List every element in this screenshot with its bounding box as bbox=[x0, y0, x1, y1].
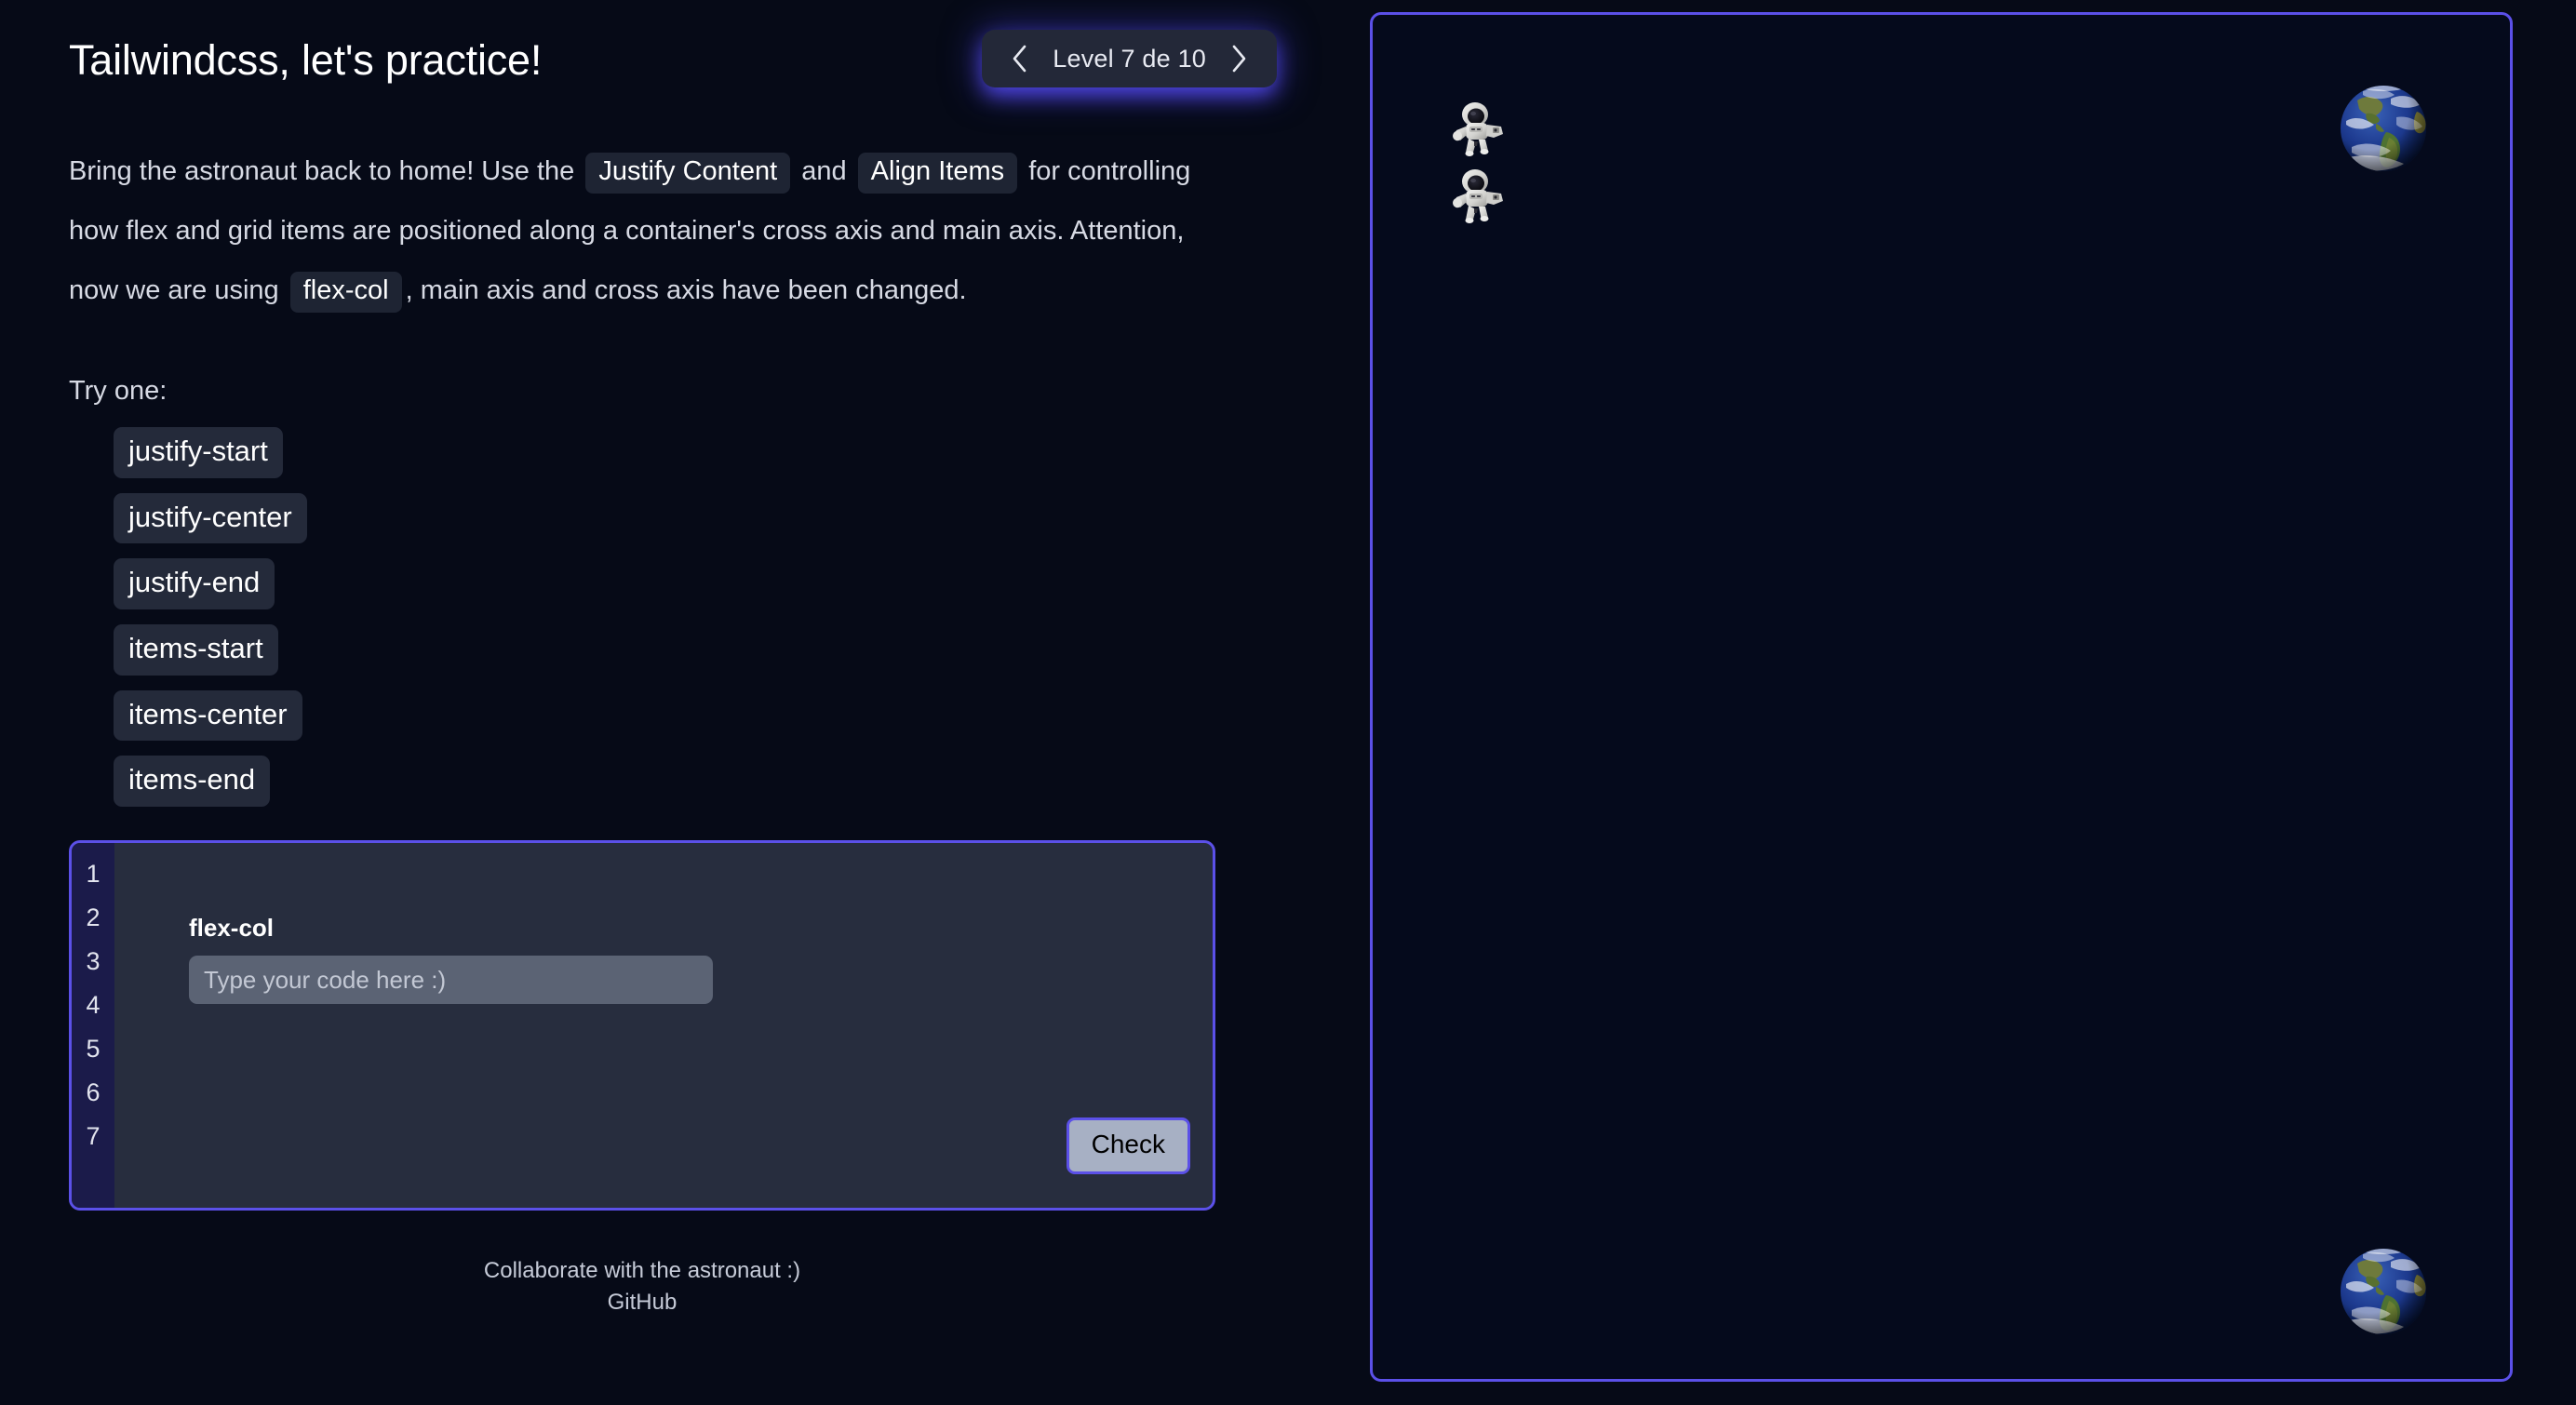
list-item: justify-start bbox=[114, 427, 1312, 478]
astronaut-icon bbox=[1449, 100, 1512, 156]
header: Tailwindcss, let's practice! Level 7 de … bbox=[69, 28, 1312, 117]
instructions-part-1: Bring the astronaut back to home! Use th… bbox=[69, 156, 575, 186]
chip-justify-content: Justify Content bbox=[585, 153, 791, 194]
option-items-end[interactable]: items-end bbox=[114, 756, 271, 807]
earth-icon bbox=[2335, 1243, 2432, 1340]
list-item: items-end bbox=[114, 756, 1312, 807]
line-number-gutter: 1 2 3 4 5 6 7 bbox=[72, 842, 114, 1208]
chevron-right-icon[interactable] bbox=[1225, 43, 1253, 74]
level-navigation[interactable]: Level 7 de 10 bbox=[982, 30, 1277, 87]
option-justify-start[interactable]: justify-start bbox=[114, 427, 283, 478]
list-item: items-start bbox=[114, 623, 1312, 676]
line-number: 2 bbox=[86, 903, 101, 931]
try-one-label: Try one: bbox=[69, 376, 168, 406]
options-list: justify-start justify-center justify-end… bbox=[69, 427, 1312, 807]
instructions-text: Bring the astronaut back to home! Use th… bbox=[69, 141, 1232, 320]
line-number: 4 bbox=[86, 990, 101, 1019]
editor-body: flex-col Check bbox=[114, 843, 1213, 1208]
github-link[interactable]: GitHub bbox=[608, 1290, 678, 1315]
level-indicator-label: Level 7 de 10 bbox=[1053, 44, 1206, 73]
line-number: 7 bbox=[86, 1121, 101, 1150]
code-input[interactable] bbox=[189, 956, 713, 1005]
option-items-center[interactable]: items-center bbox=[114, 689, 302, 742]
list-item: items-center bbox=[114, 689, 1312, 742]
code-editor[interactable]: 1 2 3 4 5 6 7 flex-col Check bbox=[69, 839, 1215, 1211]
astronaut-icon bbox=[1449, 167, 1512, 223]
option-items-start[interactable]: items-start bbox=[114, 623, 278, 676]
astronaut-group bbox=[1449, 100, 1512, 223]
chip-align-items: Align Items bbox=[857, 153, 1018, 194]
list-item: justify-end bbox=[114, 558, 1312, 609]
list-item: justify-center bbox=[114, 492, 1312, 544]
line-number: 5 bbox=[86, 1034, 101, 1063]
earth-icon bbox=[2335, 80, 2432, 177]
line-number: 3 bbox=[86, 946, 101, 975]
line-number: 6 bbox=[86, 1077, 101, 1106]
check-button[interactable]: Check bbox=[1066, 1117, 1190, 1174]
chip-flex-col: flex-col bbox=[289, 272, 402, 313]
footer: Collaborate with the astronaut :) GitHub bbox=[69, 1255, 1215, 1318]
applied-class-label: flex-col bbox=[189, 913, 275, 942]
instructions-part-4: , main axis and cross axis have been cha… bbox=[405, 275, 967, 305]
option-justify-end[interactable]: justify-end bbox=[114, 558, 275, 609]
page-title: Tailwindcss, let's practice! bbox=[69, 36, 543, 84]
chevron-left-icon[interactable] bbox=[1006, 43, 1034, 74]
game-preview-panel bbox=[1370, 12, 2513, 1382]
app-root: Tailwindcss, let's practice! Level 7 de … bbox=[0, 0, 2576, 1405]
option-justify-center[interactable]: justify-center bbox=[114, 492, 307, 544]
instructions-panel: Tailwindcss, let's practice! Level 7 de … bbox=[0, 0, 1368, 1405]
line-number: 1 bbox=[86, 859, 101, 888]
collaborate-text: Collaborate with the astronaut :) bbox=[483, 1257, 801, 1283]
instructions-part-2: and bbox=[801, 156, 847, 186]
